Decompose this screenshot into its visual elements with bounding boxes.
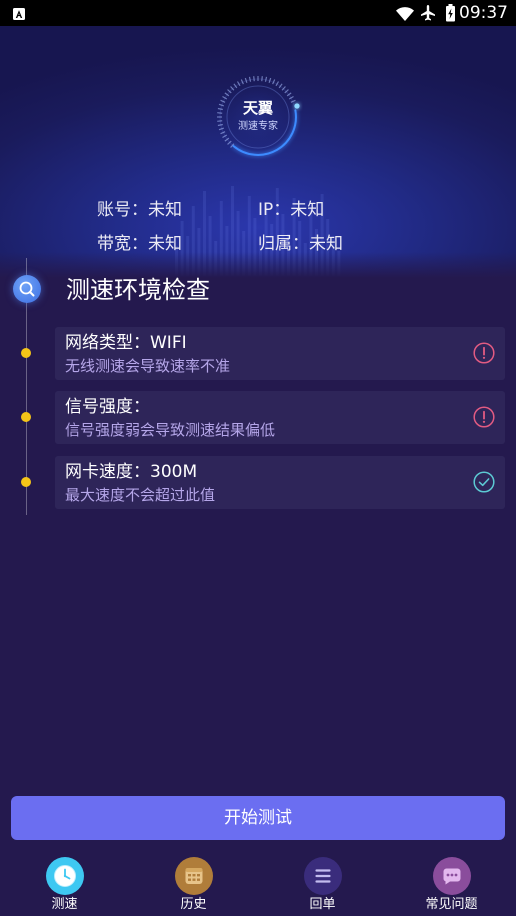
logo-tick — [253, 76, 255, 82]
check-title: 信号强度： — [65, 397, 150, 417]
timeline-dot — [21, 477, 31, 487]
exclamation-circle-icon — [473, 342, 495, 364]
check-description: 无线测速会导致速率不准 — [65, 357, 231, 375]
ip-info: IP：未知 — [258, 199, 324, 221]
battery-charging-icon — [444, 4, 457, 22]
logo-tick — [264, 76, 268, 82]
logo-tick — [268, 77, 272, 83]
airplane-icon — [420, 5, 436, 21]
logo-tick — [244, 77, 248, 83]
calendar-icon — [174, 857, 213, 895]
bandwidth-info: 带宽：未知 — [97, 233, 182, 255]
logo-tick — [248, 76, 252, 82]
nav-label: 测速 — [51, 897, 78, 912]
account-info: 账号：未知 — [97, 199, 182, 221]
nav-label: 历史 — [180, 897, 207, 912]
nav-label: 常见问题 — [425, 897, 478, 912]
region-value: 未知 — [309, 234, 343, 254]
ip-value: 未知 — [290, 200, 325, 220]
logo-tick — [218, 103, 224, 107]
header-fade — [0, 252, 516, 278]
section-title: 测速环境检查 — [66, 276, 210, 304]
wifi-icon — [396, 6, 414, 21]
list-icon — [303, 857, 342, 895]
account-value: 未知 — [148, 200, 182, 220]
nav-item-faq[interactable]: 常见问题 — [387, 850, 516, 916]
nav-item-speed-test[interactable]: 测速 — [0, 850, 129, 916]
chat-icon — [432, 857, 471, 895]
check-description: 最大速度不会超过此值 — [65, 486, 216, 504]
logo-tick — [218, 127, 224, 131]
clock-icon — [45, 857, 84, 895]
logo-tick — [217, 112, 223, 114]
region-info: 归属：未知 — [258, 233, 343, 255]
search-icon — [13, 275, 41, 303]
logo-tick — [261, 76, 263, 82]
nav-label: 回单 — [309, 897, 336, 912]
nav-item-receipts[interactable]: 回单 — [258, 850, 387, 916]
nav-item-history[interactable]: 历史 — [129, 850, 258, 916]
speed-gauge-icon: 天翼 测速专家 — [217, 76, 300, 156]
status-bar: 09:37 — [0, 0, 516, 26]
ip-label: IP： — [258, 200, 291, 220]
bandwidth-value: 未知 — [148, 234, 182, 254]
account-label: 账号： — [97, 200, 148, 220]
bandwidth-label: 带宽： — [97, 234, 148, 254]
region-label: 归属： — [258, 234, 309, 254]
logo-tick — [217, 120, 223, 122]
timeline-dot — [21, 348, 31, 358]
start-test-button[interactable]: 开始测试 — [11, 796, 505, 840]
exclamation-circle-icon — [473, 406, 495, 428]
a-letter-icon — [12, 6, 26, 20]
check-card-network-type: 网络类型：WIFI 无线测速会导致速率不准 — [55, 327, 505, 380]
check-description: 信号强度弱会导致测速结果偏低 — [65, 421, 276, 439]
timeline-dot — [21, 412, 31, 422]
logo-tick — [217, 123, 223, 127]
check-circle-icon — [473, 471, 495, 493]
status-time: 09:37 — [459, 3, 508, 23]
check-card-signal-strength: 信号强度： 信号强度弱会导致测速结果偏低 — [55, 391, 505, 444]
logo-tick — [217, 107, 223, 111]
check-card-nic-speed: 网卡速度：300M 最大速度不会超过此值 — [55, 456, 505, 509]
check-title: 网络类型：WIFI — [65, 333, 187, 353]
check-title: 网卡速度：300M — [65, 462, 198, 482]
logo-title: 天翼 — [243, 99, 273, 117]
logo-subtitle: 测速专家 — [238, 119, 278, 132]
